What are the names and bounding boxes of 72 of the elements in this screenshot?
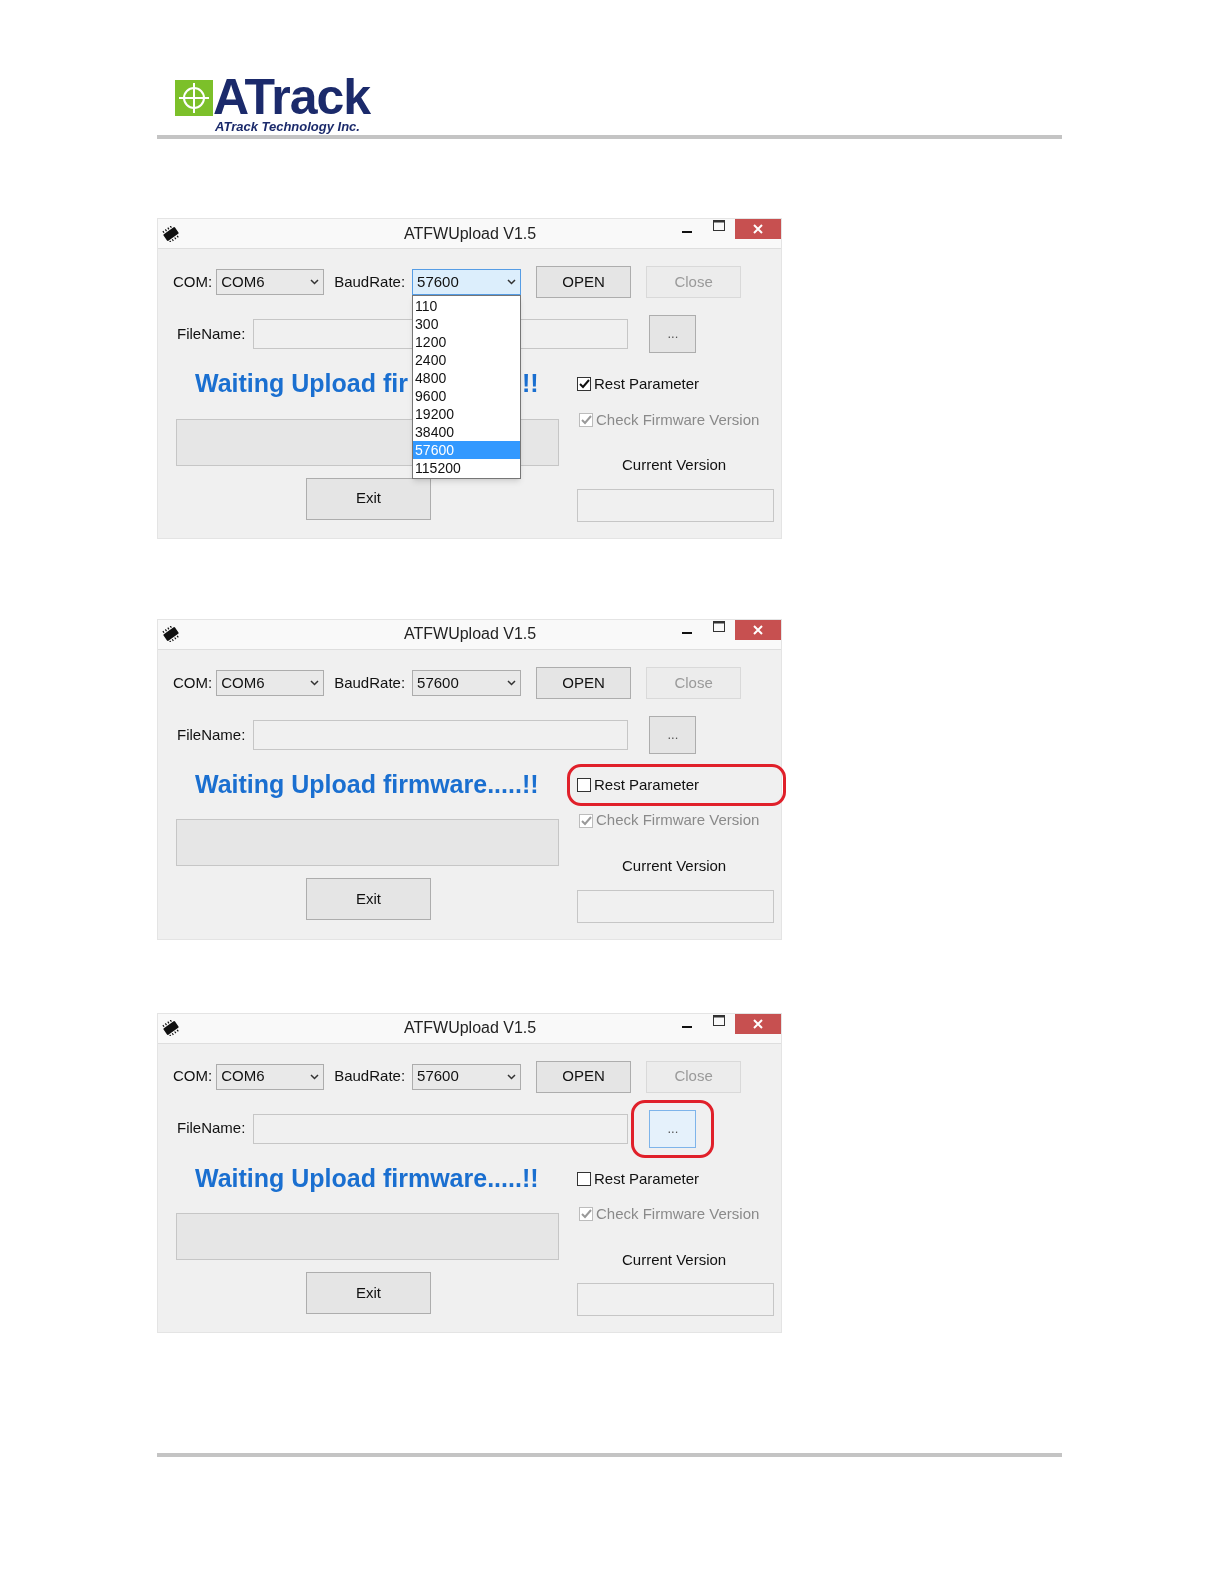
version-field[interactable]	[577, 889, 774, 923]
com-label: COM:	[173, 1066, 213, 1087]
dropdown-option[interactable]: 9600	[413, 387, 521, 405]
close-window-button[interactable]	[735, 219, 781, 239]
chevron-down-icon	[310, 1073, 320, 1080]
open-button[interactable]: OPEN	[536, 666, 632, 699]
filename-field[interactable]	[253, 1113, 629, 1144]
open-button[interactable]: OPEN	[536, 266, 632, 298]
dropdown-option[interactable]: 19200	[413, 405, 521, 423]
window-title: ATFWUpload V1.5	[404, 223, 537, 244]
browse-button[interactable]: ...	[649, 315, 697, 353]
checkmark-icon	[578, 379, 590, 390]
exit-button[interactable]: Exit	[306, 477, 431, 520]
filename-label: FileName:	[177, 1118, 246, 1139]
checkmark-icon	[580, 815, 592, 826]
chip-icon	[161, 1020, 181, 1036]
dropdown-option[interactable]: 300	[413, 315, 521, 333]
close-icon	[753, 624, 763, 635]
checkbox[interactable]: Rest Parameter	[577, 373, 700, 396]
baudrate-label: BaudRate:	[334, 271, 406, 292]
filename-field[interactable]	[253, 719, 629, 750]
crosshair-logo-icon	[175, 80, 213, 116]
dropdown-option[interactable]: 4800	[413, 369, 521, 387]
baudrate-dropdown[interactable]: 57600	[412, 669, 522, 696]
com-dropdown[interactable]: COM6	[216, 269, 325, 295]
baudrate-dropdown[interactable]: 57600	[412, 1063, 522, 1090]
dropdown-option[interactable]: 110	[413, 297, 521, 315]
status-message: Waiting Upload fir	[195, 368, 408, 399]
status-message: Waiting Upload firmware.....!!	[195, 1162, 539, 1194]
dropdown-option[interactable]: 1200	[413, 333, 521, 351]
browse-button[interactable]: ...	[649, 715, 697, 754]
maximize-icon[interactable]	[713, 620, 725, 633]
close-icon	[753, 1018, 763, 1029]
filename-label: FileName:	[177, 724, 246, 745]
close-window-button[interactable]	[735, 1013, 781, 1034]
close-icon	[753, 224, 763, 234]
chevron-down-icon	[507, 1073, 517, 1080]
logo-name: ATrack	[213, 74, 371, 120]
checkbox[interactable]: Rest Parameter	[577, 773, 700, 797]
version-field[interactable]	[577, 488, 774, 522]
baudrate-label: BaudRate:	[334, 1066, 406, 1087]
exit-button[interactable]: Exit	[306, 878, 431, 921]
maximize-icon[interactable]	[713, 1014, 725, 1027]
com-label: COM:	[173, 672, 213, 693]
browse-button[interactable]: ...	[649, 1109, 697, 1148]
current-version-label: Current Version	[622, 455, 728, 476]
chevron-down-icon	[310, 679, 320, 686]
logo-tagline: ATrack Technology Inc.	[215, 120, 361, 134]
dropdown-option[interactable]: 2400	[413, 351, 521, 369]
chevron-down-icon	[507, 279, 517, 285]
checkbox[interactable]: Rest Parameter	[577, 1167, 700, 1190]
current-version-label: Current Version	[622, 856, 728, 876]
close-window-button[interactable]	[735, 619, 781, 640]
com-dropdown[interactable]: COM6	[216, 669, 325, 696]
com-dropdown[interactable]: COM6	[216, 1063, 325, 1090]
baudrate-dropdown[interactable]: 57600	[412, 269, 522, 295]
status-message-end: !!	[521, 368, 539, 399]
current-version-label: Current Version	[622, 1249, 728, 1270]
chevron-down-icon	[310, 279, 320, 285]
status-message: Waiting Upload firmware.....!!	[195, 768, 539, 800]
version-field[interactable]	[577, 1283, 774, 1317]
chevron-down-icon	[507, 679, 517, 686]
window-title: ATFWUpload V1.5	[404, 1018, 537, 1038]
filename-label: FileName:	[177, 323, 246, 344]
baudrate-label: BaudRate:	[334, 672, 406, 693]
checkmark-icon	[580, 414, 592, 425]
exit-button[interactable]: Exit	[306, 1272, 431, 1314]
com-label: COM:	[173, 271, 213, 292]
checkmark-icon	[580, 1209, 592, 1220]
window-title: ATFWUpload V1.5	[404, 624, 537, 645]
open-button[interactable]: OPEN	[536, 1060, 632, 1093]
maximize-icon[interactable]	[713, 220, 725, 232]
